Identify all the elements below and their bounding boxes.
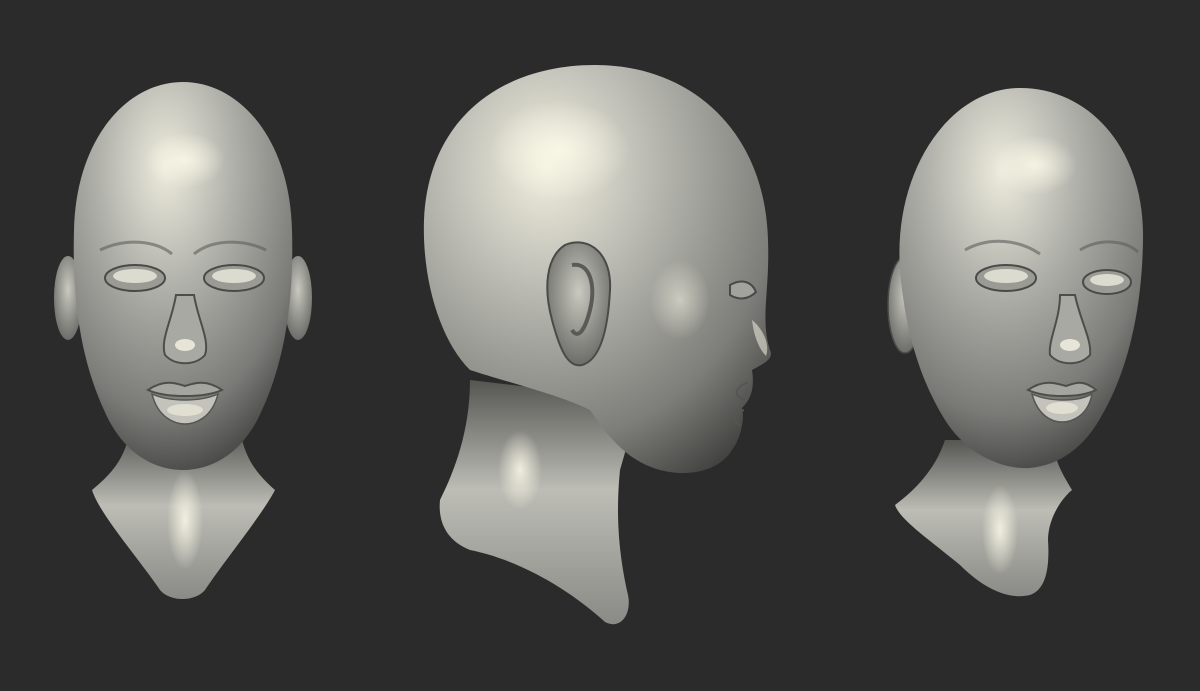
neck-highlight xyxy=(167,470,203,570)
sculpt-canvas xyxy=(54,65,1144,625)
head-front-view xyxy=(54,82,312,599)
forehead-highlight xyxy=(145,132,225,188)
eye-left-highlight xyxy=(113,269,157,283)
sculpt-viewport xyxy=(0,0,1200,691)
neck-highlight xyxy=(982,485,1018,575)
eye-left-highlight xyxy=(984,269,1028,283)
nose-tip-highlight xyxy=(1060,339,1080,351)
head-three-quarter-view xyxy=(887,88,1144,597)
upper-lip xyxy=(1026,381,1098,397)
eye-right-highlight xyxy=(212,269,256,283)
cheek-highlight xyxy=(650,260,710,340)
nose-tip-highlight xyxy=(175,339,195,351)
head-side-view xyxy=(423,65,771,625)
forehead-highlight xyxy=(993,135,1077,195)
eye-right-highlight xyxy=(1090,274,1124,286)
cranium-highlight xyxy=(490,100,630,200)
lip-highlight xyxy=(1046,402,1078,414)
lip-highlight xyxy=(167,404,203,416)
neck-highlight xyxy=(498,430,542,510)
